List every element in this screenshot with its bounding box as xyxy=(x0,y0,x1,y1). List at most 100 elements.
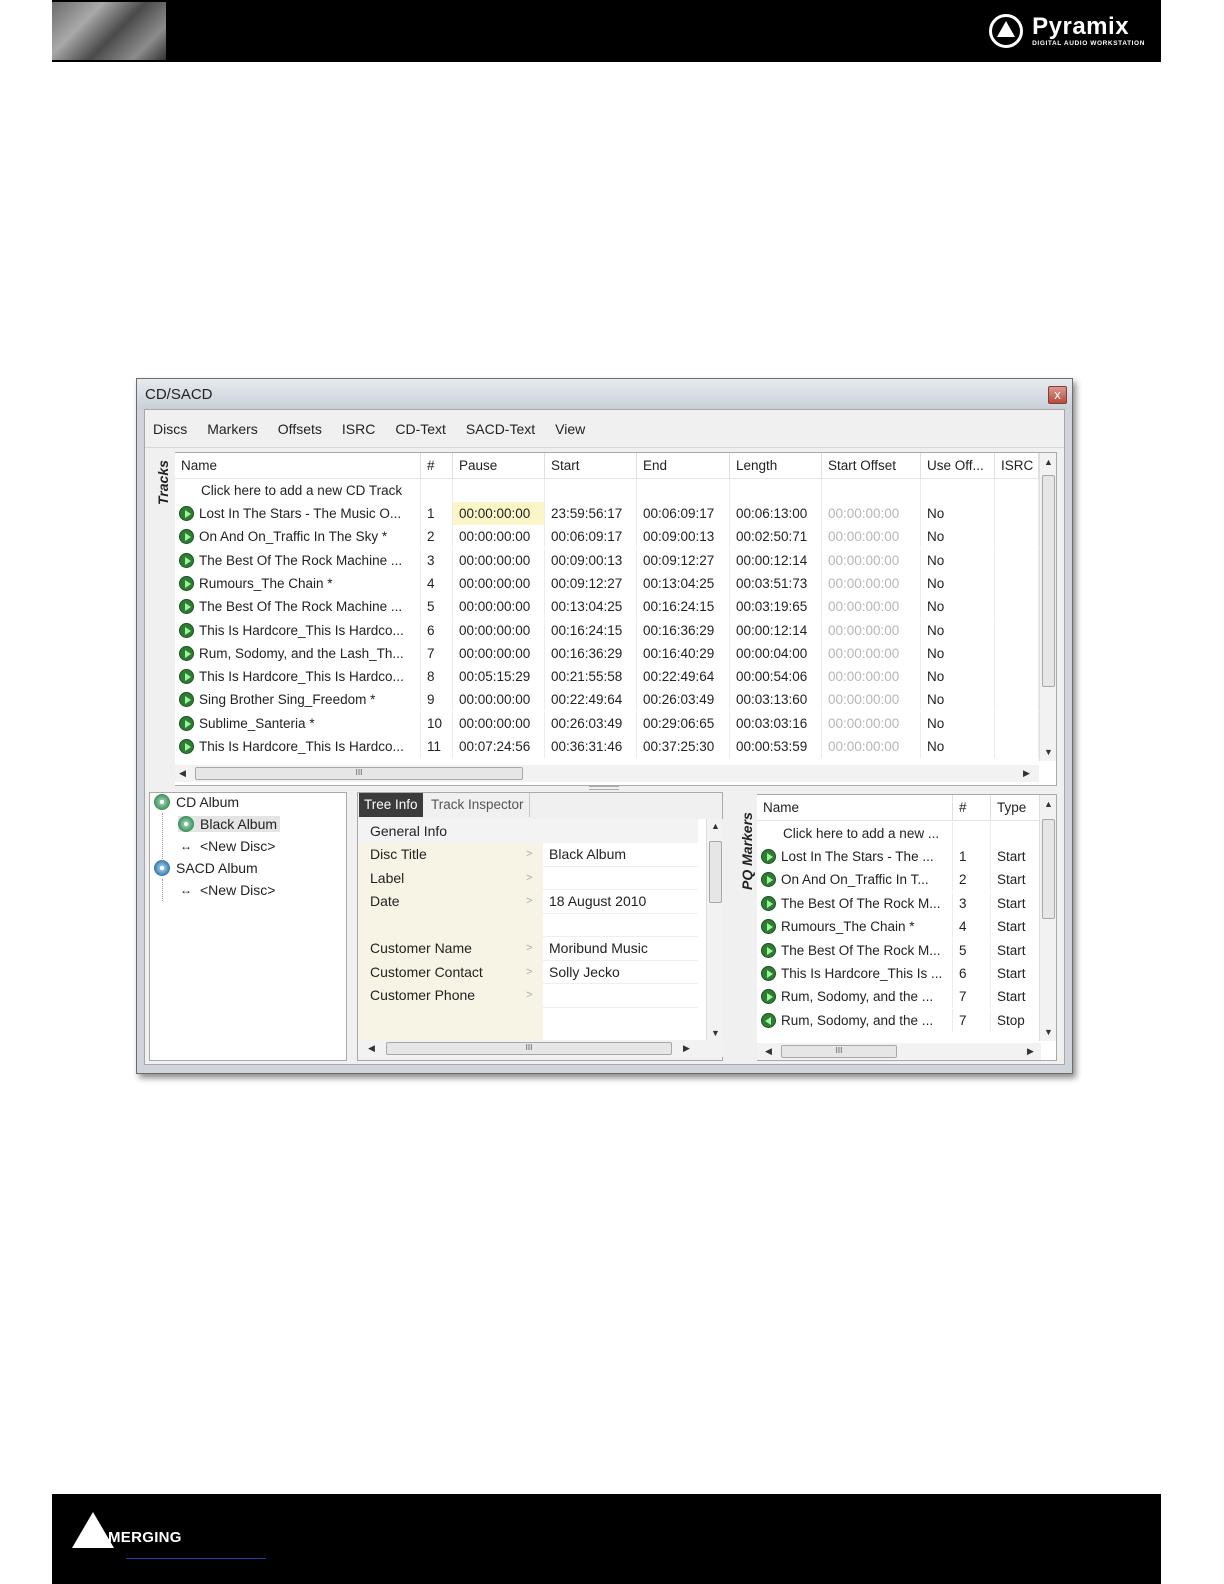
track-play-icon[interactable] xyxy=(179,622,194,638)
property-value[interactable] xyxy=(543,867,698,890)
track-cell-name[interactable]: Lost In The Stars - The Music O... xyxy=(175,502,421,525)
track-cell-isrc[interactable] xyxy=(995,502,1039,525)
pq-cell-name[interactable]: Rumours_The Chain * xyxy=(757,915,953,939)
pq-vscrollbar[interactable]: ▲ ▼ xyxy=(1039,795,1056,1041)
track-cell-start-offset[interactable]: 00:00:00:00 xyxy=(822,711,921,735)
track-cell-pause[interactable]: 00:00:00:00 xyxy=(453,525,545,549)
column-header-start[interactable]: Start xyxy=(545,453,637,479)
menu-sacd-text[interactable]: SACD-Text xyxy=(466,421,535,437)
track-cell-start[interactable]: 00:06:09:17 xyxy=(545,525,637,549)
close-icon[interactable]: x xyxy=(1048,386,1067,404)
track-cell-length[interactable]: 00:03:13:60 xyxy=(730,688,822,712)
track-cell-length[interactable]: 00:03:19:65 xyxy=(730,595,822,619)
track-cell-name[interactable]: Sublime_Santeria * xyxy=(175,711,421,735)
track-cell-isrc[interactable] xyxy=(995,571,1039,595)
track-cell-start-offset[interactable]: 00:00:00:00 xyxy=(822,548,921,572)
track-cell-start[interactable]: 00:09:00:13 xyxy=(545,548,637,572)
property-row[interactable]: Date >18 August 2010 xyxy=(358,890,698,914)
track-cell-use-off-[interactable]: No xyxy=(921,595,995,619)
property-row[interactable] xyxy=(358,913,698,937)
property-value[interactable]: 18 August 2010 xyxy=(543,890,698,914)
menu-markers[interactable]: Markers xyxy=(207,421,258,437)
marker-stop-icon[interactable] xyxy=(761,1012,776,1028)
track-cell-length[interactable]: 00:00:53:59 xyxy=(730,735,822,758)
track-play-icon[interactable] xyxy=(179,692,194,708)
panel-splitter[interactable] xyxy=(589,786,619,790)
track-cell-start[interactable]: 00:26:03:49 xyxy=(545,711,637,735)
pq-cell-type[interactable]: Start xyxy=(991,845,1041,868)
column-header-pause[interactable]: Pause xyxy=(453,453,545,479)
track-cell-name[interactable]: This Is Hardcore_This Is Hardco... xyxy=(175,618,421,642)
tree-item-cd-album[interactable]: CD Album xyxy=(154,794,239,810)
track-play-icon[interactable] xyxy=(179,529,194,545)
track-cell-name[interactable]: The Best Of The Rock Machine ... xyxy=(175,548,421,572)
track-cell-use-off-[interactable]: No xyxy=(921,571,995,595)
track-cell-pause[interactable]: 00:00:00:00 xyxy=(453,502,545,525)
track-cell-start-offset[interactable]: 00:00:00:00 xyxy=(822,641,921,665)
track-cell-length[interactable]: 00:06:13:00 xyxy=(730,502,822,525)
scroll-left-icon[interactable]: ◀ xyxy=(179,768,186,779)
track-play-icon[interactable] xyxy=(179,715,194,731)
pq-cell-name[interactable]: On And On_Traffic In T... xyxy=(757,868,953,892)
track-play-icon[interactable] xyxy=(179,645,194,661)
track-cell-name[interactable]: The Best Of The Rock Machine ... xyxy=(175,595,421,619)
track-cell-name[interactable]: This Is Hardcore_This Is Hardco... xyxy=(175,735,421,758)
add-marker-row[interactable]: Click here to add a new ... xyxy=(757,822,1041,845)
inspector-hscrollbar[interactable]: ◀ III ▶ xyxy=(358,1040,724,1057)
scroll-thumb[interactable] xyxy=(1042,819,1055,919)
track-cell-isrc[interactable] xyxy=(995,618,1039,642)
track-cell-length[interactable]: 00:00:04:00 xyxy=(730,641,822,665)
track-cell-start-offset[interactable]: 00:00:00:00 xyxy=(822,525,921,549)
table-row[interactable]: This Is Hardcore_This Is ... 6 Start xyxy=(757,962,1041,985)
scroll-thumb[interactable]: III xyxy=(195,767,523,780)
tree-item-new-disc[interactable]: ↔ <New Disc> xyxy=(180,882,275,898)
track-cell-isrc[interactable] xyxy=(995,548,1039,572)
track-cell-use-off-[interactable]: No xyxy=(921,735,995,758)
table-row[interactable]: This Is Hardcore_This Is Hardco... 6 00:00… xyxy=(175,618,1039,642)
track-cell-use-off-[interactable]: No xyxy=(921,525,995,549)
scroll-down-icon[interactable]: ▼ xyxy=(1044,1027,1053,1037)
track-cell-start-offset[interactable]: 00:00:00:00 xyxy=(822,502,921,525)
menu-view[interactable]: View xyxy=(555,421,585,437)
table-row[interactable]: Rum, Sodomy, and the ... 7 Start xyxy=(757,985,1041,1009)
track-cell-end[interactable]: 00:16:36:29 xyxy=(637,618,730,642)
track-cell-start-offset[interactable]: 00:00:00:00 xyxy=(822,595,921,619)
column-header-end[interactable]: End xyxy=(637,453,730,479)
scroll-thumb[interactable]: III xyxy=(386,1042,672,1055)
table-row[interactable]: Sing Brother Sing_Freedom * 9 00:00:00:00 0… xyxy=(175,688,1039,712)
track-cell-start-offset[interactable]: 00:00:00:00 xyxy=(822,665,921,689)
track-cell-use-off-[interactable]: No xyxy=(921,502,995,525)
table-row[interactable]: Rum, Sodomy, and the Lash_Th... 7 00:00:00… xyxy=(175,641,1039,665)
track-cell-name[interactable]: Rumours_The Chain * xyxy=(175,571,421,595)
column-header-isrc[interactable]: ISRC xyxy=(995,453,1039,479)
scroll-left-icon[interactable]: ◀ xyxy=(765,1046,772,1057)
property-row[interactable]: Disc Title > Black Album xyxy=(358,843,698,867)
track-cell-name[interactable]: Sing Brother Sing_Freedom * xyxy=(175,688,421,712)
pq-column-header-name[interactable]: Name xyxy=(757,795,953,821)
property-row[interactable]: Customer Contact > Solly Jecko xyxy=(358,960,698,984)
marker-start-icon[interactable] xyxy=(761,989,776,1005)
tab-tree-info[interactable]: Tree Info xyxy=(359,793,423,817)
track-cell-start-offset[interactable]: 00:00:00:00 xyxy=(822,571,921,595)
table-row[interactable]: On And On_Traffic In The Sky * 2 00:00:00:… xyxy=(175,525,1039,549)
track-cell-start-offset[interactable]: 00:00:00:00 xyxy=(822,618,921,642)
track-cell-pause[interactable]: 00:07:24:56 xyxy=(453,735,545,758)
track-cell-start[interactable]: 00:13:04:25 xyxy=(545,595,637,619)
track-play-icon[interactable] xyxy=(179,552,194,568)
track-cell-name[interactable]: On And On_Traffic In The Sky * xyxy=(175,525,421,549)
scroll-thumb[interactable]: III xyxy=(781,1045,897,1058)
menu-discs[interactable]: Discs xyxy=(153,421,187,437)
track-cell-end[interactable]: 00:16:40:29 xyxy=(637,641,730,665)
table-row[interactable]: Rumours_The Chain * 4 Start xyxy=(757,915,1041,939)
track-cell-isrc[interactable] xyxy=(995,595,1039,619)
column-header-#[interactable]: # xyxy=(421,453,453,479)
track-cell-end[interactable]: 00:26:03:49 xyxy=(637,688,730,712)
marker-start-icon[interactable] xyxy=(761,942,776,958)
property-value[interactable]: Solly Jecko xyxy=(543,961,698,984)
pq-hscrollbar[interactable]: ◀ III ▶ xyxy=(757,1043,1041,1060)
column-header-start-offset[interactable]: Start Offset xyxy=(822,453,921,479)
pq-cell-name[interactable]: The Best Of The Rock M... xyxy=(757,938,953,962)
table-row[interactable]: This Is Hardcore_This Is Hardco... 8 00:05… xyxy=(175,665,1039,689)
scroll-down-icon[interactable]: ▼ xyxy=(1044,747,1053,757)
track-cell-isrc[interactable] xyxy=(995,711,1039,735)
